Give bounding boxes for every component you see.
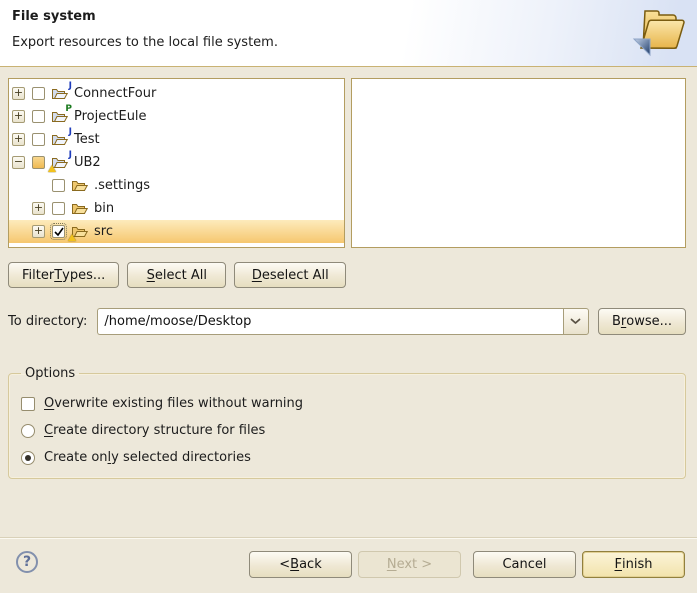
directory-structure-radio[interactable] xyxy=(21,424,35,438)
tree-expander-icon[interactable]: + xyxy=(32,202,45,215)
decorator-J-icon: J xyxy=(69,151,72,160)
button-bar: ? < Back Next > Cancel Finish xyxy=(0,537,697,593)
decorator-J-icon: J xyxy=(69,128,72,137)
warning-decorator-icon xyxy=(48,165,56,172)
wizard-buttons: < Back Next > Cancel Finish xyxy=(249,551,685,578)
folder-warning-icon xyxy=(71,225,89,239)
tree-item-checkbox[interactable] xyxy=(52,225,65,238)
options-group-title: Options xyxy=(21,366,79,381)
chevron-down-icon xyxy=(570,318,581,325)
wizard-banner: File system Export resources to the loca… xyxy=(0,0,697,67)
tree-row-.settings[interactable]: .settings xyxy=(9,174,344,197)
deselect-all-button[interactable]: Deselect All xyxy=(234,262,346,288)
tree-item-label[interactable]: ProjectEule xyxy=(74,109,147,124)
browse-button[interactable]: Browse... xyxy=(598,308,686,335)
tree-item-checkbox[interactable] xyxy=(32,87,45,100)
overwrite-checkbox[interactable] xyxy=(21,397,35,411)
tree-item-checkbox[interactable] xyxy=(52,202,65,215)
folder-icon xyxy=(71,202,89,216)
decorator-J-icon: J xyxy=(69,82,72,91)
tree-item-label[interactable]: UB2 xyxy=(74,155,101,170)
finish-button[interactable]: Finish xyxy=(582,551,685,578)
select-all-button[interactable]: Select All xyxy=(127,262,226,288)
directory-structure-option[interactable]: Create directory structure for files xyxy=(21,422,675,439)
selection-buttons: Filter Types... Select All Deselect All xyxy=(8,262,346,288)
tree-expander-icon[interactable]: + xyxy=(12,133,25,146)
only-selected-label: Create only selected directories xyxy=(44,450,251,465)
cancel-button[interactable]: Cancel xyxy=(473,551,576,578)
overwrite-option[interactable]: Overwrite existing files without warning xyxy=(21,395,675,412)
tree-item-label[interactable]: bin xyxy=(94,201,114,216)
only-selected-option[interactable]: Create only selected directories xyxy=(21,449,675,466)
directory-combo xyxy=(97,308,589,335)
tree-expander-icon[interactable]: − xyxy=(12,156,25,169)
tree-expander-icon[interactable]: + xyxy=(32,225,45,238)
tree-expander-icon[interactable]: + xyxy=(12,87,25,100)
tree-item-label[interactable]: ConnectFour xyxy=(74,86,156,101)
tree-item-checkbox[interactable] xyxy=(52,179,65,192)
resource-tree[interactable]: +JConnectFour+PProjectEule+JTest−JUB2.se… xyxy=(8,78,345,248)
to-directory-label: To directory: xyxy=(8,314,87,329)
tree-item-label[interactable]: src xyxy=(94,224,113,239)
tree-item-checkbox[interactable] xyxy=(32,110,45,123)
directory-input[interactable] xyxy=(97,308,563,335)
tree-item-checkbox[interactable] xyxy=(32,133,45,146)
export-folder-icon xyxy=(625,2,689,64)
java-project-folder-warning-icon: J xyxy=(51,156,69,170)
destination-row: To directory: Browse... xyxy=(8,308,686,335)
java-project-folder-icon: J xyxy=(51,87,69,101)
project-folder-icon: P xyxy=(51,110,69,124)
directory-dropdown-button[interactable] xyxy=(563,308,589,335)
tree-expander-icon[interactable]: + xyxy=(12,110,25,123)
tree-item-label[interactable]: .settings xyxy=(94,178,150,193)
overwrite-label: Overwrite existing files without warning xyxy=(44,396,303,411)
next-button[interactable]: Next > xyxy=(358,551,461,578)
filter-types-button[interactable]: Filter Types... xyxy=(8,262,119,288)
export-wizard-dialog: File system Export resources to the loca… xyxy=(0,0,697,593)
tree-row-bin[interactable]: + bin xyxy=(9,197,344,220)
directory-structure-label: Create directory structure for files xyxy=(44,423,265,438)
help-button[interactable]: ? xyxy=(16,551,38,573)
warning-decorator-icon xyxy=(68,234,76,241)
page-subtitle: Export resources to the local file syste… xyxy=(12,35,278,50)
tree-row-Test[interactable]: +JTest xyxy=(9,128,344,151)
options-group: Options Overwrite existing files without… xyxy=(8,366,686,479)
tree-row-UB2[interactable]: −JUB2 xyxy=(9,151,344,174)
tree-row-ProjectEule[interactable]: +PProjectEule xyxy=(9,105,344,128)
tree-item-checkbox[interactable] xyxy=(32,156,45,169)
tree-row-src[interactable]: + src xyxy=(9,220,344,243)
decorator-P-icon: P xyxy=(65,105,72,114)
tree-item-label[interactable]: Test xyxy=(74,132,100,147)
folder-icon xyxy=(71,179,89,193)
java-project-folder-icon: J xyxy=(51,133,69,147)
page-title: File system xyxy=(12,9,96,24)
only-selected-radio[interactable] xyxy=(21,451,35,465)
tree-row-ConnectFour[interactable]: +JConnectFour xyxy=(9,82,344,105)
file-list-pane[interactable] xyxy=(351,78,686,248)
back-button[interactable]: < Back xyxy=(249,551,352,578)
